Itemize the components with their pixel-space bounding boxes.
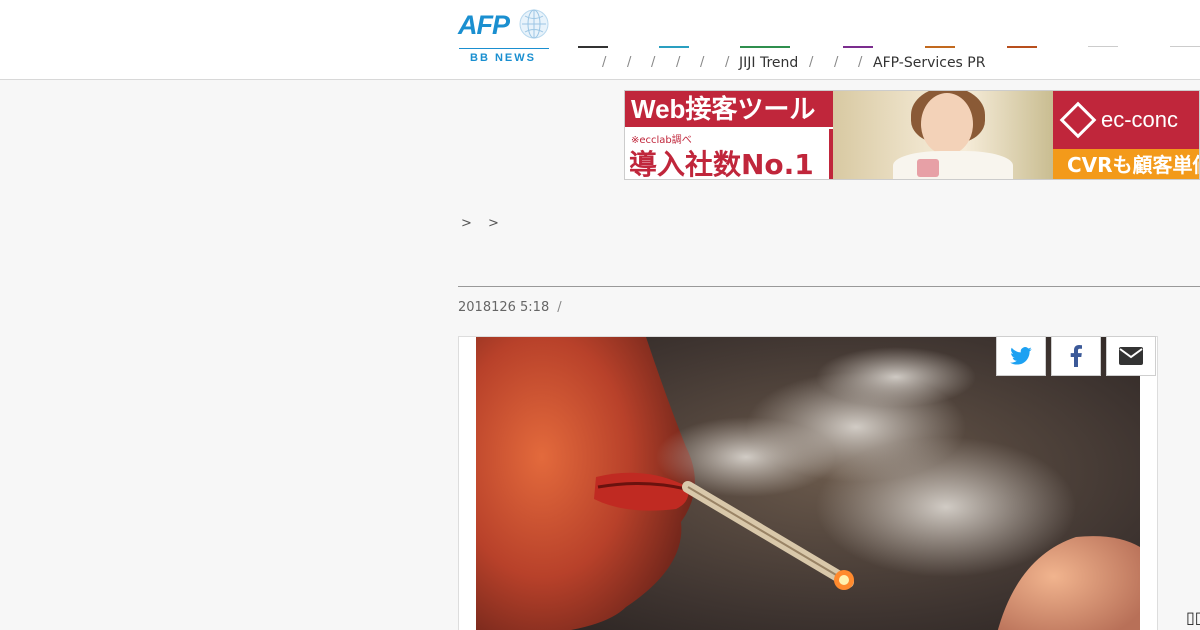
nav-bar-3[interactable] — [843, 46, 873, 48]
share-facebook-button[interactable] — [1051, 336, 1101, 376]
article-meta: 2018126 5:18 / — [458, 300, 562, 315]
ad-brand-mark-icon — [1059, 101, 1097, 139]
ad-photo-shirt — [893, 151, 1013, 179]
logo-divider — [459, 48, 549, 49]
article-date: 2018126 5:18 — [458, 300, 550, 315]
nav-bar-6[interactable] — [1088, 46, 1118, 47]
article-photo[interactable] — [476, 337, 1140, 630]
afp-bb-news-logo[interactable]: AFP BB NEWS — [458, 8, 550, 64]
mail-icon — [1119, 347, 1143, 365]
ad-photo — [833, 91, 1053, 179]
ad-brand: ec-conc — [1053, 91, 1199, 149]
nav-separator: / — [676, 55, 681, 70]
corner-glyph: ▯▯ — [1186, 608, 1200, 627]
photo-illustration — [476, 337, 1140, 630]
nav-bar-4[interactable] — [925, 46, 955, 48]
logo-afp-text: AFP — [458, 10, 510, 40]
nav-bar-7[interactable] — [1170, 46, 1200, 47]
nav-separator: / — [834, 55, 839, 70]
banner-ad[interactable]: Web接客ツール ※ecclab調べ 導入社数No.1 ec-conc CVRも… — [624, 90, 1200, 180]
ad-left-panel: Web接客ツール ※ecclab調べ 導入社数No.1 — [625, 91, 833, 180]
nav-bar-5[interactable] — [1007, 46, 1037, 48]
ad-brand-text: ec-conc — [1101, 107, 1179, 132]
breadcrumb[interactable]: > > — [461, 216, 505, 231]
title-divider — [458, 286, 1200, 287]
nav-bar-0[interactable] — [578, 46, 608, 48]
nav-bar-1[interactable] — [659, 46, 689, 48]
nav-item-afp-services-pr[interactable]: AFP-Services PR — [873, 55, 985, 71]
share-mail-button[interactable] — [1106, 336, 1156, 376]
facebook-icon — [1070, 345, 1082, 367]
ad-big-text: 導入社数No.1 — [629, 148, 814, 180]
ad-photo-face — [921, 93, 973, 155]
nav-separator: / — [809, 55, 814, 70]
nav-separator: / — [725, 55, 730, 70]
nav-separator: / — [627, 55, 632, 70]
nav-item-jiji-trend[interactable]: JIJI Trend — [739, 55, 798, 71]
ad-right-panel: ec-conc CVRも顧客単価 — [1053, 91, 1199, 179]
ad-photo-phone — [917, 159, 939, 177]
ad-headline: Web接客ツール — [625, 91, 833, 127]
share-twitter-button[interactable] — [996, 336, 1046, 376]
site-header: AFP BB NEWS / / / / / / JIJI Trend / / /… — [0, 0, 1200, 80]
logo-subtext: BB NEWS — [470, 52, 536, 64]
nav-bar-2[interactable] — [740, 46, 790, 48]
ad-tagline: CVRも顧客単価 — [1053, 149, 1199, 179]
globe-icon — [519, 9, 549, 39]
nav-separator: / — [700, 55, 705, 70]
nav-separator: / — [651, 55, 656, 70]
meta-separator: / — [557, 300, 562, 315]
nav-separator: / — [602, 55, 607, 70]
nav-separator: / — [858, 55, 863, 70]
twitter-icon — [1010, 347, 1032, 365]
article-photo-frame — [458, 336, 1158, 630]
